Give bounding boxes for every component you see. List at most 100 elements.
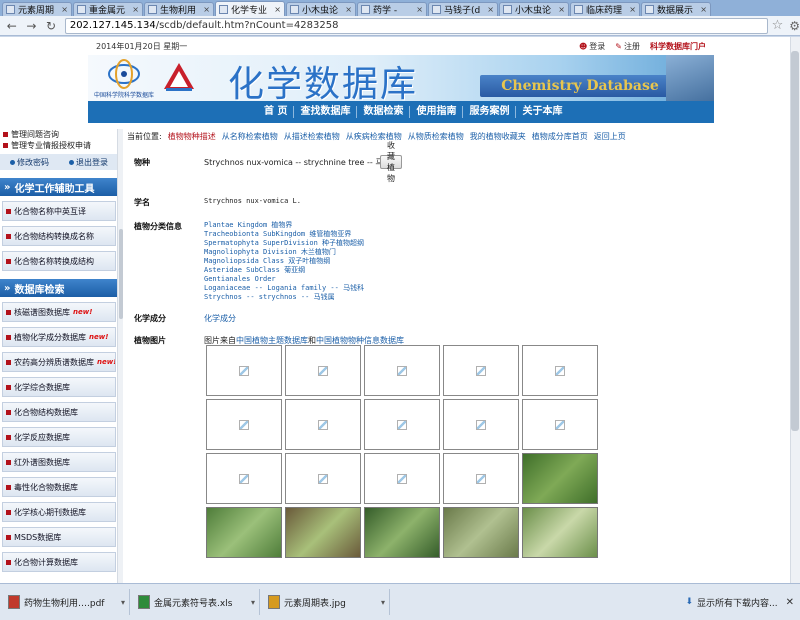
- source-link-2[interactable]: 中国植物物种信息数据库: [316, 336, 404, 345]
- plant-photo[interactable]: [364, 507, 440, 558]
- plant-image-cell[interactable]: [206, 453, 282, 504]
- plant-photo[interactable]: [285, 507, 361, 558]
- reload-icon[interactable]: ↻: [43, 18, 59, 34]
- plant-image-cell[interactable]: [443, 453, 519, 504]
- plant-image-cell[interactable]: [364, 453, 440, 504]
- breadcrumb-link[interactable]: 我的植物收藏夹: [470, 131, 526, 142]
- breadcrumb-link[interactable]: 从描述检索植物: [284, 131, 340, 142]
- admin-link-consult[interactable]: 管理间题咨询: [0, 129, 118, 140]
- dropdown-arrow-icon[interactable]: ▾: [121, 598, 129, 607]
- tab-close-icon[interactable]: ×: [343, 5, 352, 14]
- plant-image-cell[interactable]: [206, 345, 282, 396]
- sidebar-scrollbar[interactable]: [117, 129, 123, 583]
- browser-tab[interactable]: 数据展示 ×: [641, 2, 711, 16]
- tab-close-icon[interactable]: ×: [627, 5, 636, 14]
- show-all-downloads-link[interactable]: ⬇ 显示所有下载内容...: [685, 596, 785, 609]
- browser-tab[interactable]: 重金属元 ×: [73, 2, 143, 16]
- page-scrollbar[interactable]: [790, 37, 800, 583]
- download-item[interactable]: 药物生物利用….pdf ▾: [4, 589, 130, 615]
- plant-image-cell[interactable]: [364, 345, 440, 396]
- tab-close-icon[interactable]: ×: [59, 5, 68, 14]
- address-bar[interactable]: 202.127.145.134/scdb/default.htm?nCount=…: [64, 17, 768, 34]
- db-link[interactable]: 化学反应数据库: [2, 427, 116, 447]
- portal-link[interactable]: 科学数据库门户: [650, 41, 706, 52]
- browser-tab[interactable]: 化学专业 ×: [215, 1, 285, 16]
- db-link[interactable]: 化合物结构数据库: [2, 402, 116, 422]
- nav-item[interactable]: 数据检索: [357, 106, 411, 118]
- db-link[interactable]: MSDS数据库: [2, 527, 116, 547]
- bookmark-star-icon[interactable]: ☆: [772, 18, 784, 33]
- tab-close-icon[interactable]: ×: [414, 5, 423, 14]
- admin-link-auth[interactable]: 管理专业情报授权申请: [0, 140, 118, 151]
- db-link[interactable]: 化学综合数据库: [2, 377, 116, 397]
- change-password-button[interactable]: 修改密码: [10, 157, 49, 168]
- browser-tab[interactable]: 马钱子(d ×: [428, 2, 498, 16]
- plant-image-cell[interactable]: [443, 345, 519, 396]
- taxonomy-line[interactable]: Magnoliophyta Division 木兰植物门: [204, 248, 364, 257]
- plant-image-cell[interactable]: [285, 453, 361, 504]
- breadcrumb-link[interactable]: 从物质检索植物: [408, 131, 464, 142]
- wrench-menu-icon[interactable]: ⚙: [789, 19, 800, 33]
- nav-item[interactable]: 服务案例: [463, 106, 517, 118]
- dropdown-arrow-icon[interactable]: ▾: [251, 598, 259, 607]
- taxonomy-line[interactable]: Gentianales Order: [204, 275, 364, 284]
- plant-image-cell[interactable]: [443, 399, 519, 450]
- tab-close-icon[interactable]: ×: [130, 5, 139, 14]
- tab-close-icon[interactable]: ×: [485, 5, 494, 14]
- db-link[interactable]: 红外谱图数据库: [2, 452, 116, 472]
- browser-tab[interactable]: 生物利用 ×: [144, 2, 214, 16]
- source-link-1[interactable]: 中国植物主题数据库: [236, 336, 308, 345]
- close-download-bar-icon[interactable]: ✕: [786, 597, 800, 608]
- tab-close-icon[interactable]: ×: [556, 5, 565, 14]
- taxonomy-line[interactable]: Strychnos -- strychnos -- 马钱属: [204, 293, 364, 302]
- plant-photo[interactable]: [522, 453, 598, 504]
- download-item[interactable]: 元素周期表.jpg ▾: [264, 589, 390, 615]
- register-link[interactable]: ✎ 注册: [615, 41, 640, 52]
- nav-item[interactable]: 使用指南: [410, 106, 464, 118]
- plant-image-cell[interactable]: [285, 399, 361, 450]
- plant-photo[interactable]: [443, 507, 519, 558]
- plant-image-cell[interactable]: [522, 399, 598, 450]
- back-icon[interactable]: ←: [4, 18, 20, 34]
- breadcrumb-link[interactable]: 返回上页: [594, 131, 626, 142]
- db-link[interactable]: 植物化学成分数据库 new!: [2, 327, 116, 347]
- breadcrumb-link[interactable]: 植物成分库首页: [532, 131, 588, 142]
- taxonomy-line[interactable]: Asteridae SubClass 菊亚纲: [204, 266, 364, 275]
- browser-tab[interactable]: 元素周期 ×: [2, 2, 72, 16]
- breadcrumb-link[interactable]: 从名称检索植物: [222, 131, 278, 142]
- taxonomy-line[interactable]: Tracheobionta SubKingdom 维管植物亚界: [204, 230, 364, 239]
- plant-image-cell[interactable]: [285, 345, 361, 396]
- tab-close-icon[interactable]: ×: [201, 5, 210, 14]
- dropdown-arrow-icon[interactable]: ▾: [381, 598, 389, 607]
- tool-link[interactable]: 化合物名称中英互译: [2, 201, 116, 221]
- db-link[interactable]: 化学核心期刊数据库: [2, 502, 116, 522]
- tab-close-icon[interactable]: ×: [272, 5, 281, 14]
- browser-tab[interactable]: 药学 - ×: [357, 2, 427, 16]
- taxonomy-line[interactable]: Magnoliopsida Class 双子叶植物纲: [204, 257, 364, 266]
- taxonomy-line[interactable]: Plantae Kingdom 植物界: [204, 221, 364, 230]
- login-link[interactable]: ☻ 登录: [579, 41, 605, 52]
- tool-link[interactable]: 化合物名称转换成结构: [2, 251, 116, 271]
- tool-link[interactable]: 化合物结构转换成名称: [2, 226, 116, 246]
- db-link[interactable]: 化合物计算数据库: [2, 552, 116, 572]
- plant-photo[interactable]: [522, 507, 598, 558]
- nav-item[interactable]: 关于本库: [516, 106, 568, 118]
- plant-image-cell[interactable]: [206, 399, 282, 450]
- nav-item[interactable]: 首 页: [258, 106, 295, 118]
- db-link[interactable]: 核磁谱图数据库 new!: [2, 302, 116, 322]
- taxonomy-line[interactable]: Spermatophyta SuperDivision 种子植物超纲: [204, 239, 364, 248]
- forward-icon[interactable]: →: [24, 18, 40, 34]
- taxonomy-line[interactable]: Loganiaceae -- Logania family -- 马钱科: [204, 284, 364, 293]
- tab-close-icon[interactable]: ×: [698, 5, 707, 14]
- logout-button[interactable]: 退出登录: [69, 157, 108, 168]
- browser-tab[interactable]: 临床药理 ×: [570, 2, 640, 16]
- download-item[interactable]: 金属元素符号表.xls ▾: [134, 589, 260, 615]
- plant-image-cell[interactable]: [364, 399, 440, 450]
- composition-link[interactable]: 化学成分: [204, 313, 236, 324]
- browser-tab[interactable]: 小木虫论 ×: [499, 2, 569, 16]
- nav-item[interactable]: 查找数据库: [294, 106, 358, 118]
- plant-photo[interactable]: [206, 507, 282, 558]
- plant-image-cell[interactable]: [522, 345, 598, 396]
- browser-tab[interactable]: 小木虫论 ×: [286, 2, 356, 16]
- collect-plant-button[interactable]: 收藏植物: [380, 141, 402, 183]
